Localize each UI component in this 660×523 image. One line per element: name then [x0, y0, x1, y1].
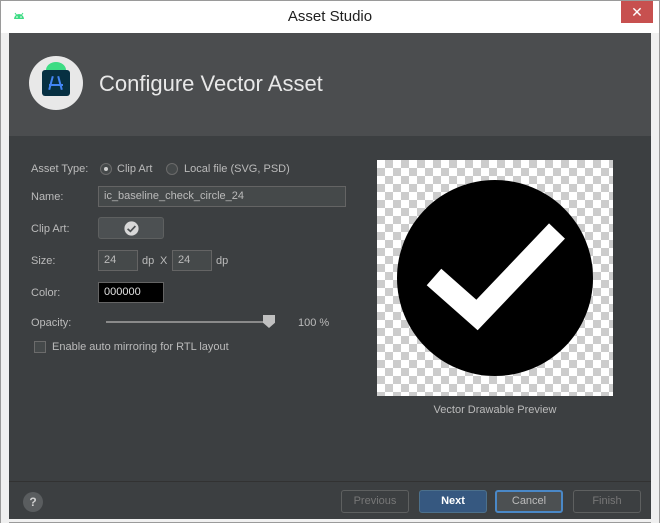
- help-button[interactable]: ?: [23, 492, 43, 512]
- close-button[interactable]: ✕: [621, 1, 653, 23]
- window-border-right: [651, 33, 659, 523]
- clip-art-radio-label[interactable]: Clip Art: [117, 163, 152, 175]
- opacity-label: Opacity:: [31, 317, 72, 329]
- color-label: Color:: [31, 287, 61, 299]
- local-file-radio[interactable]: [166, 163, 178, 175]
- asset-studio-window: Asset Studio ✕ Configure Vector Asset As…: [0, 0, 660, 523]
- check-circle-icon: [397, 180, 593, 376]
- local-file-radio-label[interactable]: Local file (SVG, PSD): [184, 163, 290, 175]
- finish-button[interactable]: Finish: [573, 490, 641, 513]
- size-separator: X: [160, 255, 168, 267]
- page-title: Configure Vector Asset: [99, 71, 323, 96]
- clip-art-radio[interactable]: [100, 163, 112, 175]
- size-label: Size:: [31, 255, 56, 267]
- name-input[interactable]: ic_baseline_check_circle_24: [98, 186, 346, 207]
- color-input[interactable]: 000000: [98, 282, 164, 303]
- form-panel: Asset Type: Clip Art Local file (SVG, PS…: [9, 136, 651, 481]
- preview-caption: Vector Drawable Preview: [433, 404, 557, 416]
- opacity-value: 100 %: [298, 317, 330, 329]
- wizard-footer: ? Previous Next Cancel Finish: [9, 481, 651, 519]
- auto-mirroring-label[interactable]: Enable auto mirroring for RTL layout: [52, 341, 229, 353]
- clip-art-button[interactable]: [98, 217, 164, 239]
- opacity-slider-track[interactable]: [106, 321, 274, 323]
- cancel-button[interactable]: Cancel: [495, 490, 563, 513]
- height-input[interactable]: 24: [172, 250, 212, 271]
- window-border-left: [1, 33, 9, 523]
- name-label: Name:: [31, 191, 64, 203]
- android-studio-icon: [29, 56, 83, 110]
- check-circle-icon: [124, 221, 139, 236]
- asset-type-label: Asset Type:: [31, 163, 89, 175]
- wizard-header: Configure Vector Asset: [9, 33, 651, 136]
- width-unit: dp: [142, 255, 155, 267]
- title-bar: Asset Studio ✕: [1, 1, 659, 33]
- height-unit: dp: [216, 255, 229, 267]
- next-button[interactable]: Next: [419, 490, 487, 513]
- window-title: Asset Studio: [287, 8, 373, 25]
- auto-mirroring-checkbox[interactable]: [34, 341, 46, 353]
- previous-button[interactable]: Previous: [341, 490, 409, 513]
- width-input[interactable]: 24: [98, 250, 138, 271]
- opacity-slider-thumb[interactable]: [263, 315, 275, 328]
- vector-preview: [377, 160, 613, 396]
- clip-art-label: Clip Art:: [31, 223, 70, 235]
